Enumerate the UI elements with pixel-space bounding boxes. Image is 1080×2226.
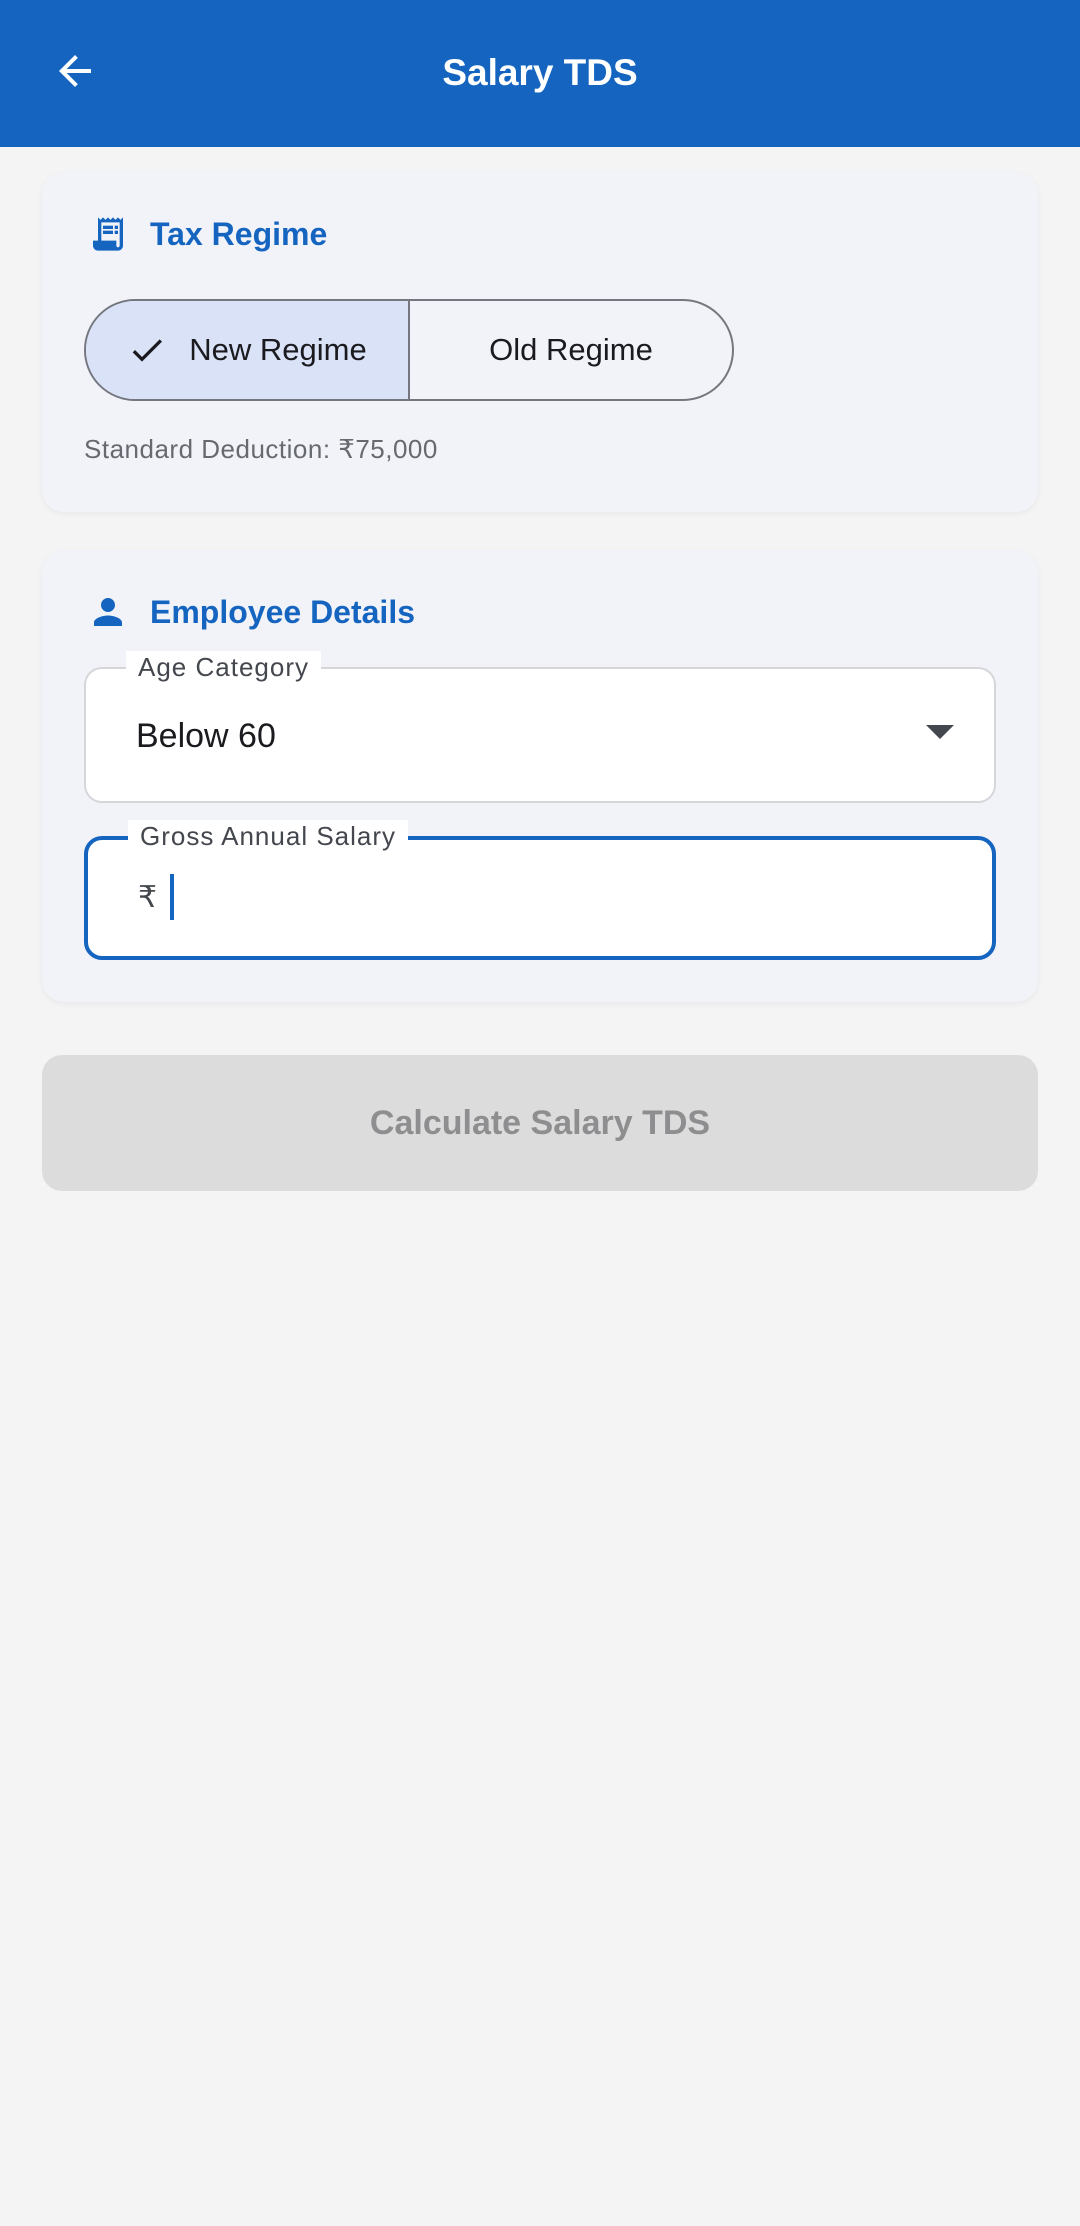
employee-details-card: Employee Details Age Category Below 60 G… (42, 550, 1038, 1002)
receipt-icon (84, 210, 132, 258)
dropdown-arrow-icon (926, 725, 954, 739)
rupee-prefix: ₹ (138, 881, 158, 914)
employee-details-header: Employee Details (84, 588, 415, 636)
old-regime-option[interactable]: Old Regime (410, 301, 732, 399)
gross-salary-input[interactable]: Gross Annual Salary ₹ (84, 820, 996, 960)
employee-details-title: Employee Details (150, 594, 415, 630)
age-category-label: Age Category (126, 651, 321, 683)
standard-deduction-text: Standard Deduction: ₹75,000 (84, 434, 438, 464)
tax-regime-card: Tax Regime New Regime Old Regime Standar… (42, 172, 1038, 512)
calculate-button[interactable]: Calculate Salary TDS (42, 1055, 1038, 1191)
new-regime-label: New Regime (189, 332, 367, 367)
check-icon (127, 330, 167, 370)
gross-salary-label: Gross Annual Salary (128, 820, 409, 852)
tax-regime-title: Tax Regime (150, 216, 328, 252)
app-bar: Salary TDS (0, 0, 1080, 147)
tax-regime-header: Tax Regime (84, 210, 327, 258)
text-cursor (170, 874, 174, 920)
page-title: Salary TDS (442, 52, 638, 93)
person-icon (84, 588, 132, 636)
new-regime-option[interactable]: New Regime (86, 301, 410, 399)
age-category-value: Below 60 (136, 717, 276, 755)
regime-toggle: New Regime Old Regime (84, 299, 734, 401)
age-category-dropdown[interactable]: Age Category Below 60 (84, 651, 996, 803)
old-regime-label: Old Regime (489, 332, 653, 367)
